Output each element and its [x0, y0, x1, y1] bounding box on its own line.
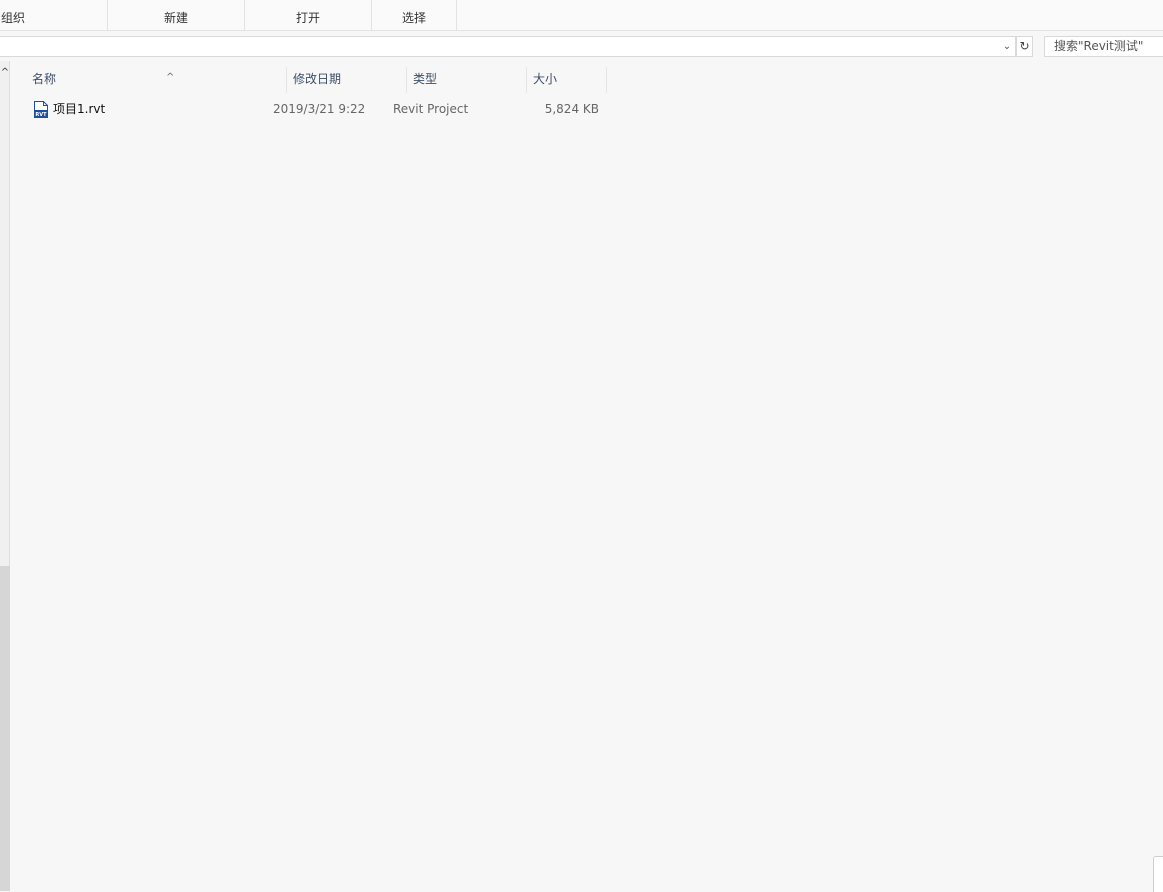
file-type: Revit Project [393, 102, 469, 116]
file-size: 5,824 KB [544, 102, 599, 116]
scroll-up-icon[interactable]: ^ [0, 67, 10, 79]
chevron-down-icon[interactable]: ⌄ [999, 37, 1015, 56]
search-input[interactable]: 搜索"Revit测试" [1044, 36, 1163, 57]
ribbon-group-open[interactable]: 打开 [245, 0, 372, 31]
ribbon-group-organize[interactable]: 组织 [0, 0, 108, 31]
ribbon-group-new[interactable]: 新建 [108, 0, 245, 31]
file-row[interactable]: RVT 项目1.rvt 2019/3/21 9:22 Revit Project… [31, 97, 608, 121]
address-bar[interactable]: ⌄ [0, 36, 1016, 57]
column-header-type[interactable]: 类型 [407, 67, 527, 93]
nav-scrollbar-thumb[interactable] [0, 566, 10, 891]
navigation-pane[interactable]: ^ [0, 61, 10, 891]
resize-corner[interactable] [1153, 856, 1163, 892]
refresh-icon[interactable]: ↻ [1016, 36, 1033, 57]
column-header-size[interactable]: 大小 [527, 67, 607, 93]
file-list: 名称 ^ 修改日期 类型 大小 RVT 项目1.rvt 2019/3/21 9:… [11, 61, 1163, 891]
file-name: 项目1.rvt [53, 102, 106, 116]
address-row: ⌄ ↻ 搜索"Revit测试" [0, 32, 1163, 61]
svg-text:RVT: RVT [35, 112, 47, 118]
ribbon-group-select[interactable]: 选择 [372, 0, 457, 31]
file-modified: 2019/3/21 9:22 [273, 102, 366, 116]
column-header-name[interactable]: 名称 ^ [26, 67, 287, 93]
column-header-name-label: 名称 [32, 72, 57, 86]
sort-ascending-icon: ^ [166, 72, 175, 83]
rvt-file-icon: RVT [34, 101, 48, 118]
column-header-modified[interactable]: 修改日期 [287, 67, 407, 93]
ribbon-bar: 组织 新建 打开 选择 [0, 0, 1163, 31]
